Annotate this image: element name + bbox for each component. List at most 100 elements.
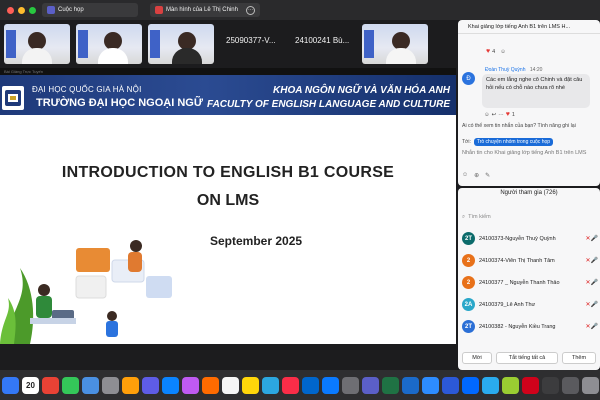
avatar: 2 bbox=[462, 254, 475, 267]
participant-name: 24100382 - Nguyễn Kiều Trang bbox=[479, 323, 556, 330]
emoji-icon[interactable]: ☺ bbox=[462, 172, 468, 179]
slide-app-bar: Bài Giảng Trực Tuyến bbox=[0, 68, 456, 75]
more-options-button[interactable]: ··· bbox=[246, 5, 255, 15]
online-learning-illustration bbox=[0, 240, 172, 344]
app-icon[interactable] bbox=[542, 376, 559, 394]
avatar: 2 bbox=[462, 276, 475, 289]
firefox-icon[interactable] bbox=[202, 376, 219, 394]
person-illustration bbox=[36, 296, 52, 318]
person-illustration bbox=[107, 311, 117, 321]
notes-icon[interactable] bbox=[222, 376, 239, 394]
desk-illustration bbox=[30, 318, 76, 324]
invite-button[interactable]: Mời bbox=[462, 352, 492, 364]
music-icon[interactable] bbox=[282, 376, 299, 394]
university-name-line1: ĐẠI HỌC QUỐC GIA HÀ NỘI bbox=[32, 85, 142, 94]
recipient-row: Tới: Trò chuyện nhóm trong cuộc họp bbox=[462, 138, 554, 146]
keynote-icon[interactable] bbox=[302, 376, 319, 394]
tab-screen-share[interactable]: Màn hình của Lê Thị Chinh ··· bbox=[150, 3, 260, 17]
launchpad-icon[interactable] bbox=[142, 376, 159, 394]
app-store-icon[interactable] bbox=[262, 376, 279, 394]
video-tile[interactable] bbox=[148, 24, 214, 64]
messages-icon[interactable] bbox=[62, 376, 79, 394]
more-button[interactable]: Thêm bbox=[562, 352, 596, 364]
video-card-illustration bbox=[75, 275, 107, 299]
teams-icon[interactable] bbox=[362, 376, 379, 394]
finder-icon[interactable] bbox=[2, 376, 19, 394]
safari-icon[interactable] bbox=[162, 376, 179, 394]
reply-icon: ↩ bbox=[491, 111, 497, 118]
participant-row[interactable]: 2 24100374-Viên Thị Thanh Tâm ✕🎤 bbox=[462, 252, 598, 269]
message-reactions[interactable]: ☺ ↩ ··· ♥ 1 bbox=[484, 111, 515, 118]
chrome-icon[interactable] bbox=[42, 376, 59, 394]
minimize-window-button[interactable] bbox=[18, 6, 25, 14]
excel-icon[interactable] bbox=[382, 376, 399, 394]
close-window-button[interactable] bbox=[7, 6, 14, 14]
recipient-selector[interactable]: Trò chuyện nhóm trong cuộc họp bbox=[473, 138, 554, 146]
participant-body bbox=[172, 48, 202, 64]
participant-row[interactable]: 2T 24100373-Nguyễn Thuỳ Quỳnh ✕🎤 bbox=[462, 230, 598, 247]
downloads-icon[interactable] bbox=[562, 376, 579, 394]
mail-icon[interactable] bbox=[82, 376, 99, 394]
zalo-icon[interactable] bbox=[462, 376, 479, 394]
message-reactions[interactable]: ♥ 4 ☺ bbox=[486, 48, 506, 55]
privacy-notice[interactable]: Ai có thể xem tin nhắn của bạn? Tính năn… bbox=[462, 123, 576, 129]
anydesk-icon[interactable] bbox=[522, 376, 539, 394]
word-icon[interactable] bbox=[322, 376, 339, 394]
emoji-reaction-icon: ☺ bbox=[500, 48, 506, 55]
outlook-icon[interactable] bbox=[402, 376, 419, 394]
tile-badge bbox=[150, 30, 160, 58]
screen-share-icon bbox=[155, 6, 163, 14]
facetime-icon[interactable] bbox=[182, 376, 199, 394]
trash-icon[interactable] bbox=[582, 376, 599, 394]
video-tile[interactable] bbox=[76, 24, 142, 64]
tab-screen-share-label: Màn hình của Lê Thị Chinh bbox=[166, 7, 238, 13]
word-doc-icon[interactable] bbox=[442, 376, 459, 394]
chat-message-input[interactable]: Nhắn tin cho Khai giảng lớp tiếng Anh B1… bbox=[462, 150, 586, 156]
vnote-icon[interactable] bbox=[502, 376, 519, 394]
participant-row[interactable]: 2 24100377 _ Nguyễn Thanh Thảo ✕🎤 bbox=[462, 274, 598, 291]
participant-body bbox=[386, 48, 416, 64]
attachment-icon[interactable]: ⊕ bbox=[474, 172, 479, 179]
dock: 20 bbox=[0, 370, 600, 400]
message-meta: Đoàn Thuỳ Quỳnh 14:20 bbox=[485, 67, 542, 73]
chat-message: Các em lắng nghe cô Chinh và đặt câu hỏi… bbox=[482, 74, 590, 108]
person-illustration bbox=[130, 240, 142, 252]
video-tile[interactable] bbox=[4, 24, 70, 64]
side-panel: Khai giảng lớp tiếng Anh B1 trên LMS H..… bbox=[458, 20, 600, 370]
settings-icon[interactable] bbox=[342, 376, 359, 394]
university-logo bbox=[2, 86, 24, 110]
tab-meeting[interactable]: Cuộc họp bbox=[42, 3, 138, 17]
message-time: 14:20 bbox=[529, 67, 543, 73]
meeting-controls-area bbox=[0, 344, 458, 370]
participant-row[interactable]: 2A 24100379_Lê Anh Thư ✕🎤 bbox=[462, 296, 598, 313]
video-card-illustration bbox=[146, 276, 172, 298]
contacts-icon[interactable] bbox=[102, 376, 119, 394]
participant-name-label: 25090377-V... bbox=[226, 36, 276, 45]
mute-all-button[interactable]: Tắt tiếng tất cả bbox=[496, 352, 558, 364]
participants-search[interactable]: ⌕ Tìm kiếm bbox=[462, 212, 596, 222]
search-icon: ⌕ bbox=[462, 213, 466, 220]
participants-actions: Mời Tắt tiếng tất cả Thêm bbox=[458, 352, 600, 366]
slide-title-line1: INTRODUCTION TO ENGLISH B1 COURSE bbox=[61, 164, 395, 181]
avatar[interactable]: Đ bbox=[462, 72, 475, 85]
teams-icon bbox=[47, 6, 55, 14]
photos-icon[interactable] bbox=[122, 376, 139, 394]
chat-header: Khai giảng lớp tiếng Anh B1 trên LMS H..… bbox=[458, 20, 600, 34]
participants-panel: Người tham gia (726) ⌕ Tìm kiếm 2T 24100… bbox=[458, 188, 600, 370]
video-tile[interactable] bbox=[362, 24, 428, 64]
plant-illustration bbox=[0, 298, 16, 344]
screen: Cuộc họp Màn hình của Lê Thị Chinh ··· 2… bbox=[0, 0, 600, 400]
participant-row[interactable]: 2T 24100382 - Nguyễn Kiều Trang ✕🎤 bbox=[462, 318, 598, 335]
video-card-illustration bbox=[76, 248, 110, 272]
maximize-window-button[interactable] bbox=[29, 6, 36, 14]
calendar-icon[interactable]: 20 bbox=[22, 376, 39, 394]
slide-title-line2: ON LMS bbox=[196, 192, 260, 209]
zoom-icon[interactable] bbox=[422, 376, 439, 394]
telegram-icon[interactable] bbox=[482, 376, 499, 394]
avatar: 2T bbox=[462, 232, 475, 245]
format-icon[interactable]: ✎ bbox=[485, 172, 490, 179]
participant-video-strip: 25090377-V... 24100241 Bù... bbox=[0, 20, 458, 68]
reaction-count: 1 bbox=[511, 111, 515, 118]
stickies-icon[interactable] bbox=[242, 376, 259, 394]
faculty-name-en: FACULTY OF ENGLISH LANGUAGE AND CULTURE bbox=[207, 99, 450, 110]
